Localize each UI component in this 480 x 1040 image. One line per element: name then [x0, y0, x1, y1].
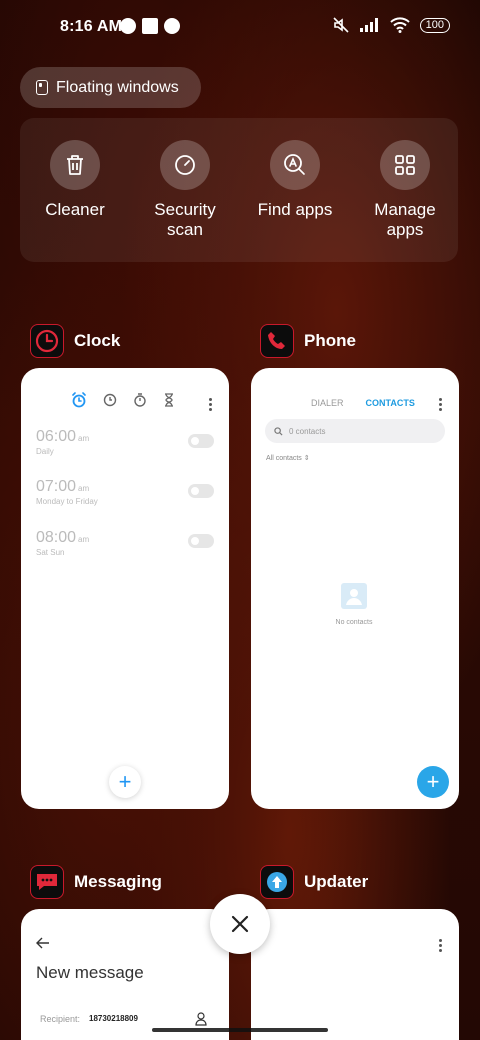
sort-icon: ⇕	[303, 455, 310, 462]
status-time: 8:16 AM	[60, 18, 123, 35]
alarm-time: 08:00	[36, 529, 77, 546]
security-scan-icon	[175, 155, 195, 175]
recipient-label: Recipient:	[40, 1014, 81, 1024]
alarm-ampm: am	[78, 484, 90, 493]
messaging-app-icon	[30, 865, 64, 899]
cleaner-label: Cleaner	[45, 200, 105, 219]
alarm-ampm: am	[78, 535, 90, 544]
alarm-tab-icon[interactable]	[71, 392, 87, 408]
search-icon	[274, 426, 283, 436]
cleaner-button[interactable]: Cleaner	[20, 140, 130, 220]
close-icon	[231, 915, 249, 933]
new-message-title: New message	[36, 963, 144, 982]
floating-windows-button[interactable]: Floating windows	[20, 67, 201, 108]
alarm-days: Sat Sun	[36, 548, 65, 557]
contacts-search-placeholder: 0 contacts	[289, 426, 326, 436]
alarm-toggle[interactable]	[188, 484, 214, 498]
mute-icon	[333, 17, 349, 33]
phone-more-icon[interactable]	[439, 398, 442, 413]
status-bar: 8:16 AM 100	[0, 0, 480, 56]
updater-recent-card[interactable]	[251, 909, 459, 1040]
tab-dialer[interactable]: DIALER	[311, 398, 344, 408]
clock-app-header[interactable]: Clock	[30, 324, 120, 358]
security-scan-button[interactable]: Security scan	[130, 140, 240, 240]
contacts-filter[interactable]: All contacts ⇕	[266, 454, 310, 462]
updater-app-name: Updater	[304, 872, 369, 891]
signal-icon	[359, 18, 378, 32]
floating-windows-label: Floating windows	[56, 78, 179, 96]
alarm-toggle[interactable]	[188, 434, 214, 448]
alarm-time: 06:00	[36, 428, 77, 445]
manage-apps-button[interactable]: Manage apps	[350, 140, 460, 240]
empty-contacts-icon	[341, 583, 367, 609]
empty-contacts-text: No contacts	[335, 619, 373, 626]
find-apps-icon	[284, 154, 305, 175]
security-scan-label: Security scan	[154, 200, 216, 239]
trash-icon	[67, 155, 83, 175]
clock-app-name: Clock	[74, 331, 121, 350]
notification-icon	[164, 18, 180, 34]
clock-app-icon	[30, 324, 64, 358]
messaging-app-header[interactable]: Messaging	[30, 865, 162, 899]
back-arrow-icon[interactable]	[36, 937, 50, 949]
find-apps-label: Find apps	[257, 200, 333, 219]
phone-recent-card[interactable]: DIALER CONTACTS 0 contacts All contacts …	[251, 368, 459, 809]
find-apps-button[interactable]: Find apps	[240, 140, 350, 220]
phone-app-header[interactable]: Phone	[260, 324, 356, 358]
wifi-icon	[389, 17, 410, 33]
notification-square-icon	[142, 18, 158, 34]
battery-indicator: 100	[419, 17, 450, 33]
phone-app-icon	[260, 324, 294, 358]
alarm-ampm: am	[78, 434, 90, 443]
alarm-days: Daily	[36, 447, 54, 456]
plus-icon: +	[118, 769, 132, 794]
contact-picker-icon[interactable]	[195, 1012, 207, 1026]
messaging-recent-card[interactable]: New message Recipient: 18730218809	[21, 909, 229, 1040]
alarm-days: Monday to Friday	[36, 497, 98, 506]
contacts-search-input[interactable]: 0 contacts	[265, 419, 445, 443]
quick-actions-panel: Cleaner Security scan Find apps Manage a…	[20, 118, 458, 262]
stopwatch-tab-icon[interactable]	[133, 393, 147, 407]
clock-more-icon[interactable]	[209, 398, 212, 413]
updater-app-header[interactable]: Updater	[260, 865, 368, 899]
clock-tabs	[71, 392, 175, 408]
clock-recent-card[interactable]: 06:00 am Daily 07:00 am Monday to Friday 0…	[21, 368, 229, 809]
manage-apps-label: Manage apps	[374, 200, 436, 239]
grid-icon	[395, 155, 415, 175]
plus-icon: +	[426, 769, 440, 794]
phone-app-name: Phone	[304, 331, 356, 350]
floating-window-icon	[36, 80, 48, 95]
alarm-time: 07:00	[36, 478, 77, 495]
contacts-filter-label: All contacts	[266, 455, 302, 462]
add-contact-button[interactable]: +	[417, 766, 449, 798]
updater-app-icon	[260, 865, 294, 899]
updater-more-icon[interactable]	[439, 939, 442, 954]
notification-icon	[120, 18, 136, 34]
timer-tab-icon[interactable]	[163, 393, 175, 407]
close-all-button[interactable]	[210, 894, 270, 954]
add-alarm-button[interactable]: +	[109, 766, 141, 798]
recipient-value[interactable]: 18730218809	[89, 1014, 138, 1023]
home-indicator[interactable]	[152, 1028, 328, 1032]
alarm-toggle[interactable]	[188, 534, 214, 548]
messaging-app-name: Messaging	[74, 872, 162, 891]
tab-contacts[interactable]: CONTACTS	[366, 398, 415, 408]
world-clock-tab-icon[interactable]	[103, 393, 117, 407]
